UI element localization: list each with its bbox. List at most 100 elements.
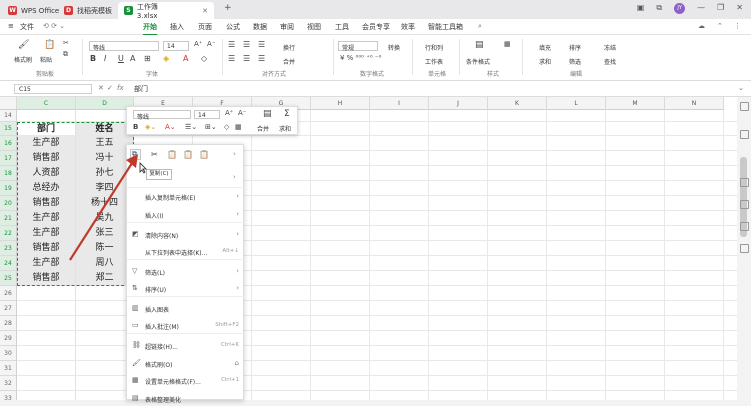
row-header[interactable]: 18 [0,166,17,181]
column-header-h[interactable]: H [311,97,370,110]
chevron-right-icon[interactable]: › [233,150,236,158]
align-middle-icon[interactable]: ☰ [243,40,250,49]
row-header[interactable]: 26 [0,286,17,301]
column-header-c[interactable]: C [17,97,76,110]
paste-values-icon[interactable]: 📋 [183,150,193,159]
column-header-i[interactable]: I [370,97,429,110]
formula-input[interactable]: 部门 [134,84,148,94]
row-header[interactable]: 16 [0,136,17,151]
cut-icon[interactable]: ✂ [151,150,158,159]
layout-icon[interactable]: ▣ [637,3,645,14]
expand-formula-icon[interactable]: ⌄ [738,84,744,92]
font-size-select[interactable]: 14 [163,41,189,51]
cell-department[interactable] [17,391,76,400]
freeze-button[interactable]: 冻结 [604,43,616,52]
column-header-m[interactable]: M [606,97,665,110]
cut-icon[interactable]: ✂ [63,39,69,47]
align-left-icon[interactable]: ☰ [228,54,235,63]
menu-file[interactable]: 文件 [20,22,34,32]
row-header[interactable]: 33 [0,391,17,400]
collapse-icon[interactable]: ⌃ [717,22,723,30]
cloud-icon[interactable]: ☁ [698,22,705,30]
row-header[interactable]: 24 [0,256,17,271]
mini-merge-button[interactable]: 合并 [257,124,269,133]
font-color-icon[interactable]: A [183,54,188,63]
tab-wps-office[interactable]: W WPS Office [2,2,65,19]
row-header[interactable]: 22 [0,226,17,241]
border-icon[interactable]: ⊞ [144,54,151,63]
sidebar-button[interactable] [740,222,749,231]
menu-view[interactable]: 视图 [307,22,321,32]
mini-sum-button[interactable]: 求和 [279,124,291,133]
name-box[interactable]: C15 [14,84,92,94]
context-menu-item[interactable]: ⛓ 超链接(H)... Ctrl+K [127,338,245,353]
align-right-icon[interactable]: ☰ [258,54,265,63]
context-menu-item[interactable]: 🖌 格式刷(O) ⌂ [127,356,245,371]
menu-formula[interactable]: 公式 [226,22,240,32]
restore-icon[interactable]: ❐ [717,3,724,14]
strike-icon[interactable]: A [130,54,135,63]
mini-font-grow-icon[interactable]: A⁺ [225,109,233,117]
sidebar-button[interactable] [740,102,749,111]
paste-format-icon[interactable]: 📋 [199,150,209,159]
avatar[interactable]: JY [674,3,686,14]
row-header[interactable]: 31 [0,361,17,376]
paste-button[interactable]: 粘贴 [40,55,52,64]
tab-workbook[interactable]: S 工作簿3.xlsx ✕ [118,2,214,20]
context-menu-item[interactable]: ▭ 插入批注(M) Shift+F2 [127,318,245,333]
mini-fill-color-icon[interactable]: ◈⌄ [145,123,156,131]
row-header[interactable]: 14 [0,110,17,122]
mini-font-shrink-icon[interactable]: A⁻ [238,109,246,117]
mini-font-color-icon[interactable]: A⌄ [165,123,176,131]
fill-button[interactable]: 填充 [539,43,551,52]
confirm-icon[interactable]: ✓ [107,84,113,92]
menu-member[interactable]: 会员专享 [362,22,390,32]
currency-format-icon[interactable]: ¥ % ⁰⁰⁰ ⁺⁰ ⁻⁰ [340,54,381,62]
cell-department[interactable] [17,361,76,376]
cell-department[interactable] [17,301,76,316]
conditional-format-icon[interactable]: ▤ [475,40,484,50]
row-header[interactable]: 28 [0,316,17,331]
row-header[interactable]: 21 [0,211,17,226]
row-header[interactable]: 23 [0,241,17,256]
menu-efficiency[interactable]: 效率 [401,22,415,32]
function-icon[interactable]: fx [117,84,124,92]
hamburger-icon[interactable]: ≡ [8,22,14,30]
menu-home[interactable]: 开始 [143,22,157,36]
paste-icon[interactable]: 📋 [167,150,177,159]
sidebar-button[interactable] [740,178,749,187]
row-header[interactable]: 20 [0,196,17,211]
menu-review[interactable]: 审阅 [280,22,294,32]
menu-smart-toolbox[interactable]: 智能工具箱 [428,22,463,32]
column-header-n[interactable]: N [665,97,724,110]
row-header[interactable]: 17 [0,151,17,166]
font-name-select[interactable]: 等线 [89,41,159,52]
mini-font-select[interactable]: 等线 [133,110,191,121]
sidebar-button[interactable] [740,200,749,209]
align-top-icon[interactable]: ☰ [228,40,235,49]
merge-button[interactable]: 合并 [283,57,295,66]
mini-sum-icon[interactable]: Σ [284,109,290,119]
row-header[interactable]: 27 [0,301,17,316]
mini-size-select[interactable]: 14 [194,110,220,119]
clear-format-icon[interactable]: ◇ [201,54,207,63]
find-button[interactable]: 查找 [604,57,616,66]
row-header[interactable]: 19 [0,181,17,196]
worksheet-button[interactable]: 工作表 [425,57,443,66]
cell-department[interactable] [17,316,76,331]
autosum-button[interactable]: 求和 [539,57,551,66]
minimize-icon[interactable]: — [697,3,705,14]
new-tab-button[interactable]: + [224,3,232,13]
format-painter-button[interactable]: 格式刷 [14,55,32,64]
filter-button[interactable]: 筛选 [569,57,581,66]
context-menu-item[interactable]: ⇅ 排序(U) › [127,281,245,296]
copy-icon[interactable]: ⧉ [63,50,68,59]
chevron-right-icon[interactable]: › [233,173,236,181]
mini-align-icon[interactable]: ☰⌄ [185,123,197,131]
menu-insert[interactable]: 插入 [170,22,184,32]
paste-icon[interactable]: 📋 [44,40,55,50]
italic-icon[interactable]: I [104,54,106,63]
search-icon[interactable]: ⌕ [478,22,482,31]
more-icon[interactable]: ⋮ [734,22,741,30]
column-header-k[interactable]: K [488,97,547,110]
